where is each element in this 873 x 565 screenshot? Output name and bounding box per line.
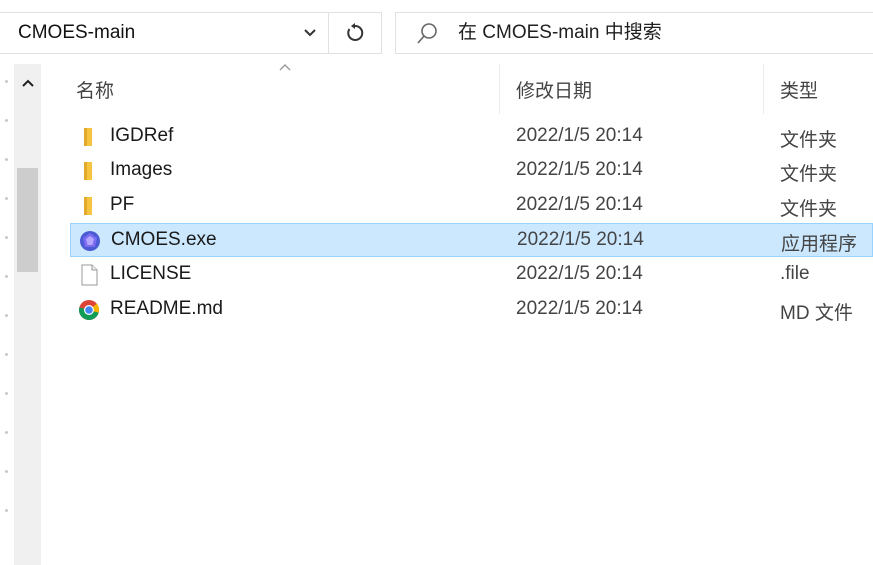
file-row-selected[interactable]: CMOES.exe 2022/1/5 20:14 应用程序 xyxy=(70,223,873,257)
file-date-modified: 2022/1/5 20:14 xyxy=(517,229,644,250)
folder-icon xyxy=(84,162,92,180)
file-type: 文件夹 xyxy=(780,199,838,220)
nav-dot xyxy=(5,158,8,161)
sort-ascending-icon xyxy=(279,64,291,71)
chevron-down-icon xyxy=(304,29,316,37)
file-date-modified: 2022/1/5 20:14 xyxy=(516,159,643,180)
file-date-modified: 2022/1/5 20:14 xyxy=(516,298,643,319)
file-row[interactable]: IGDRef 2022/1/5 20:14 文件夹 xyxy=(70,120,873,154)
folder-icon xyxy=(84,128,92,146)
column-header: 名称 修改日期 类型 xyxy=(44,64,873,114)
column-divider[interactable] xyxy=(499,64,500,114)
app-icon xyxy=(80,231,100,251)
file-row[interactable]: Images 2022/1/5 20:14 文件夹 xyxy=(70,154,873,188)
file-name: PF xyxy=(110,194,135,215)
file-name: IGDRef xyxy=(110,125,174,146)
address-bar[interactable]: CMOES-main xyxy=(0,12,382,54)
nav-dot xyxy=(5,392,8,395)
refresh-button[interactable] xyxy=(336,17,374,49)
file-name: Images xyxy=(110,159,173,180)
nav-dot xyxy=(5,353,8,356)
address-path[interactable]: CMOES-main xyxy=(18,22,135,44)
address-dropdown-button[interactable] xyxy=(295,17,325,49)
nav-dot xyxy=(5,314,8,317)
file-name: LICENSE xyxy=(110,263,192,284)
search-input[interactable] xyxy=(458,19,858,47)
nav-dot xyxy=(5,275,8,278)
toolbar: CMOES-main xyxy=(0,0,873,64)
file-type: MD 文件 xyxy=(780,303,853,324)
file-icon xyxy=(81,264,98,286)
nav-dot xyxy=(5,80,8,83)
file-name: CMOES.exe xyxy=(111,229,217,250)
column-header-type[interactable]: 类型 xyxy=(780,76,818,103)
file-type: 应用程序 xyxy=(781,234,858,255)
address-divider xyxy=(328,13,329,53)
column-divider[interactable] xyxy=(763,64,764,114)
nav-scrollbar[interactable] xyxy=(14,64,41,565)
column-header-name[interactable]: 名称 xyxy=(76,76,114,103)
file-row[interactable]: PF 2022/1/5 20:14 文件夹 xyxy=(70,189,873,223)
chevron-up-icon xyxy=(21,79,34,87)
folder-icon xyxy=(84,197,92,215)
nav-dot xyxy=(5,236,8,239)
file-row[interactable]: LICENSE 2022/1/5 20:14 .file xyxy=(70,258,873,292)
refresh-icon xyxy=(347,23,364,41)
search-box[interactable] xyxy=(395,12,873,54)
chrome-icon xyxy=(79,300,100,320)
nav-dot xyxy=(5,509,8,512)
navigation-pane-edge xyxy=(0,64,44,565)
nav-dot xyxy=(5,119,8,122)
file-date-modified: 2022/1/5 20:14 xyxy=(516,125,643,146)
nav-dot xyxy=(5,470,8,473)
file-date-modified: 2022/1/5 20:14 xyxy=(516,263,643,284)
column-header-date-modified[interactable]: 修改日期 xyxy=(516,76,592,103)
nav-dot xyxy=(5,197,8,200)
file-date-modified: 2022/1/5 20:14 xyxy=(516,194,643,215)
file-row[interactable]: README.md 2022/1/5 20:14 MD 文件 xyxy=(70,293,873,327)
file-type: 文件夹 xyxy=(780,130,838,151)
nav-dot xyxy=(5,431,8,434)
file-type: 文件夹 xyxy=(780,164,838,185)
search-icon xyxy=(417,23,437,44)
file-type: .file xyxy=(780,263,810,284)
file-name: README.md xyxy=(110,298,223,319)
scroll-up-button[interactable] xyxy=(14,68,41,98)
scrollbar-thumb[interactable] xyxy=(17,168,38,272)
